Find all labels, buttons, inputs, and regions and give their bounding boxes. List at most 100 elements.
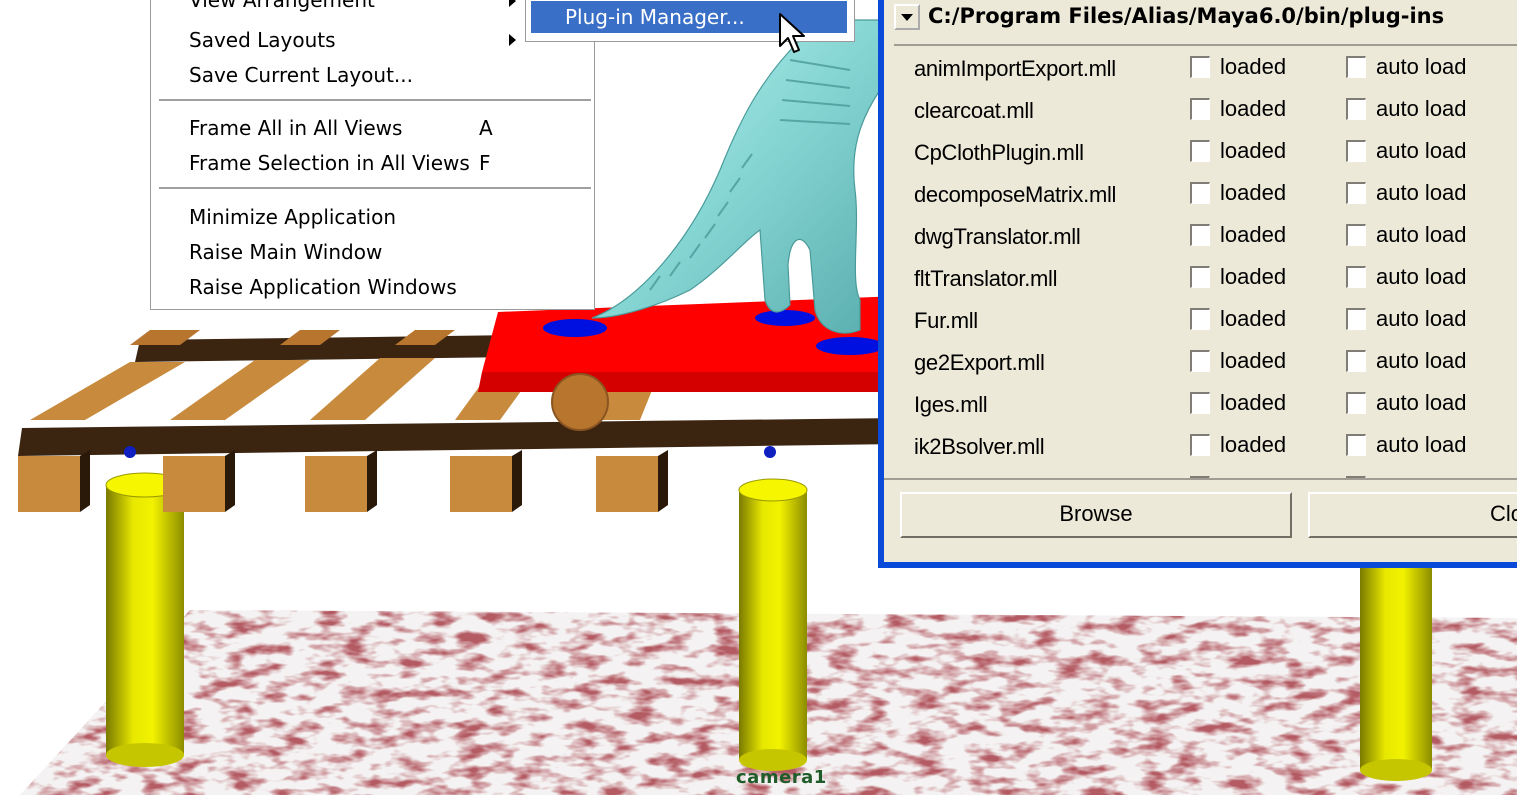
loaded-label: loaded <box>1220 222 1287 247</box>
plugin-name: ge2Export.mll <box>914 350 1045 375</box>
loaded-checkbox[interactable] <box>1190 350 1210 372</box>
auto-load-checkbox[interactable] <box>1346 350 1366 372</box>
menu-item-accelerator: F <box>479 151 491 175</box>
browse-button[interactable]: Browse <box>900 492 1292 538</box>
menu-item-frame-all[interactable]: Frame All in All Views A <box>189 113 493 143</box>
plugin-name: dwgTranslator.mll <box>914 224 1081 249</box>
menu-item-frame-selection[interactable]: Frame Selection in All Views F <box>189 148 491 178</box>
auto-load-checkbox[interactable] <box>1346 224 1366 246</box>
plugin-name: CpClothPlugin.mll <box>914 140 1084 165</box>
auto-load-label: auto load <box>1376 390 1467 415</box>
auto-load-checkbox[interactable] <box>1346 392 1366 414</box>
loaded-checkbox[interactable] <box>1190 392 1210 414</box>
dinosaur-skeleton-model <box>591 19 881 334</box>
plugin-name: Iges.mll <box>914 392 988 417</box>
auto-load-label: auto load <box>1376 432 1467 457</box>
menu-item-saved-layouts[interactable]: Saved Layouts <box>189 25 336 55</box>
loaded-checkbox[interactable] <box>1190 56 1210 78</box>
menu-item-label: Raise Application Windows <box>189 275 457 299</box>
menu-item-label: Minimize Application <box>189 205 396 229</box>
menu-item-raise-main-window[interactable]: Raise Main Window <box>189 237 382 267</box>
plugin-manager-body: C:/Program Files/Alias/Maya6.0/bin/plug-… <box>884 0 1517 562</box>
auto-load-label: auto load <box>1376 264 1467 289</box>
plugin-row: dwgTranslator.mll loaded auto load <box>894 214 1517 256</box>
menu-item-label: View Arrangement <box>189 0 375 12</box>
menu-item-label: Frame Selection in All Views <box>189 151 470 175</box>
plugin-row: clearcoat.mll loaded auto load <box>894 88 1517 130</box>
loaded-checkbox[interactable] <box>1190 98 1210 120</box>
mouse-pointer-icon <box>779 13 805 53</box>
auto-load-checkbox[interactable] <box>1346 56 1366 78</box>
plugin-manager-window: C:/Program Files/Alias/Maya6.0/bin/plug-… <box>878 0 1517 568</box>
plugin-row: fltTranslator.mll loaded auto load <box>894 256 1517 298</box>
auto-load-checkbox[interactable] <box>1346 98 1366 120</box>
plugin-path-bar: C:/Program Files/Alias/Maya6.0/bin/plug-… <box>894 0 1517 32</box>
auto-load-checkbox[interactable] <box>1346 266 1366 288</box>
plugin-row: Iges.mll loaded auto load <box>894 382 1517 424</box>
plugin-row: decomposeMatrix.mll loaded auto load <box>894 172 1517 214</box>
auto-load-checkbox[interactable] <box>1346 140 1366 162</box>
menu-item-view-arrangement[interactable]: View Arrangement <box>189 0 375 15</box>
loaded-label: loaded <box>1220 306 1287 331</box>
plugin-path-label: C:/Program Files/Alias/Maya6.0/bin/plug-… <box>928 4 1445 28</box>
loaded-label: loaded <box>1220 432 1287 457</box>
plugin-row: ik2Bsolver.mll loaded auto load <box>894 424 1517 466</box>
loaded-label: loaded <box>1220 348 1287 373</box>
submenu-arrow-icon <box>509 34 516 46</box>
support-pole-right <box>1360 560 1432 781</box>
menu-item-label: Plug-in Manager... <box>565 5 745 29</box>
menu-item-label: Saved Layouts <box>189 28 336 52</box>
auto-load-label: auto load <box>1376 180 1467 205</box>
plugin-name: fltTranslator.mll <box>914 266 1058 291</box>
menu-item-label: Raise Main Window <box>189 240 383 264</box>
submenu-arrow-icon <box>509 0 516 7</box>
loaded-checkbox[interactable] <box>1190 266 1210 288</box>
plugin-row: CpClothPlugin.mll loaded auto load <box>894 130 1517 172</box>
button-bar-separator <box>884 478 1517 480</box>
loaded-label: loaded <box>1220 180 1287 205</box>
menu-item-raise-application-windows[interactable]: Raise Application Windows <box>189 272 457 302</box>
plugin-row: Fur.mll loaded auto load <box>894 298 1517 340</box>
loaded-label: loaded <box>1220 390 1287 415</box>
auto-load-label: auto load <box>1376 96 1467 121</box>
auto-load-checkbox[interactable] <box>1346 182 1366 204</box>
menu-item-label: Frame All in All Views <box>189 116 403 140</box>
close-button[interactable]: Close <box>1308 492 1517 538</box>
support-pole-left <box>105 472 185 767</box>
loaded-label: loaded <box>1220 54 1287 79</box>
plugin-name: decomposeMatrix.mll <box>914 182 1117 207</box>
support-pole-middle <box>738 478 808 771</box>
plugin-row: animImportExport.mll loaded auto load <box>894 46 1517 88</box>
wheel <box>551 373 609 431</box>
plugin-name: ik2Bsolver.mll <box>914 434 1045 459</box>
plugin-name: clearcoat.mll <box>914 98 1034 123</box>
window-menu: View Arrangement Saved Layouts Save Curr… <box>150 0 595 310</box>
plugin-list[interactable]: animImportExport.mll loaded auto load cl… <box>894 44 1517 478</box>
loaded-label: loaded <box>1220 96 1287 121</box>
plugin-row: ge2Export.mll loaded auto load <box>894 340 1517 382</box>
auto-load-checkbox[interactable] <box>1346 434 1366 456</box>
menu-item-label: Save Current Layout... <box>189 63 413 87</box>
plugin-row-partial: loaded auto load <box>894 466 1517 478</box>
auto-load-label: auto load <box>1376 138 1467 163</box>
auto-load-label: auto load <box>1376 306 1467 331</box>
loaded-checkbox[interactable] <box>1190 140 1210 162</box>
menu-separator <box>159 187 591 190</box>
loaded-label: loaded <box>1220 264 1287 289</box>
loaded-checkbox[interactable] <box>1190 182 1210 204</box>
plugin-name: Fur.mll <box>914 308 978 333</box>
auto-load-checkbox[interactable] <box>1346 308 1366 330</box>
auto-load-label: auto load <box>1376 222 1467 247</box>
menu-item-minimize-application[interactable]: Minimize Application <box>189 202 396 232</box>
auto-load-label: auto load <box>1376 54 1467 79</box>
loaded-checkbox[interactable] <box>1190 224 1210 246</box>
path-collapse-toggle[interactable] <box>894 4 920 30</box>
loaded-label: loaded <box>1220 138 1287 163</box>
auto-load-label: auto load <box>1376 348 1467 373</box>
menu-item-save-current-layout[interactable]: Save Current Layout... <box>189 60 413 90</box>
loaded-checkbox[interactable] <box>1190 308 1210 330</box>
menu-separator <box>159 99 591 102</box>
loaded-checkbox[interactable] <box>1190 434 1210 456</box>
plugin-name: animImportExport.mll <box>914 56 1116 81</box>
menu-item-accelerator: A <box>479 116 493 140</box>
